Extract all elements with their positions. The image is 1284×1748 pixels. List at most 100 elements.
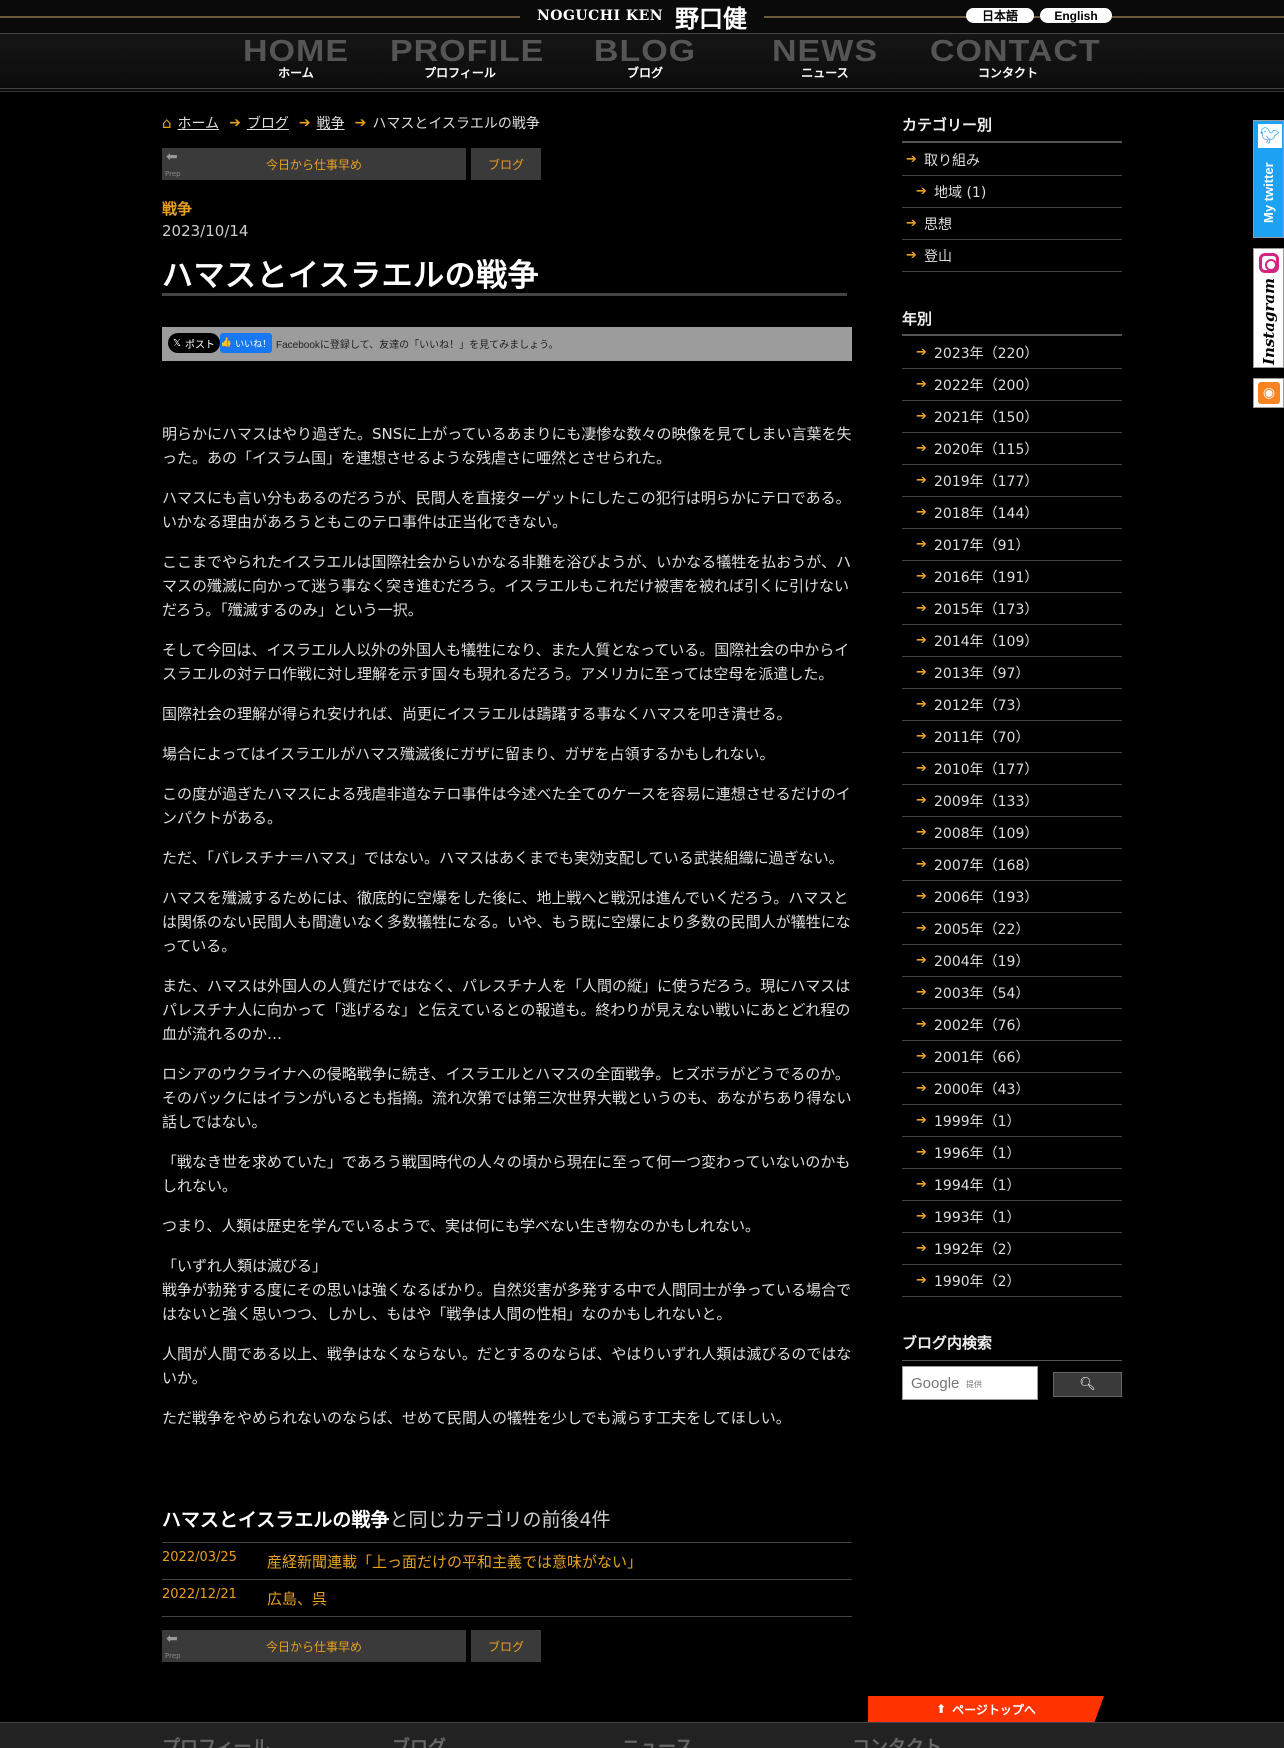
twitter-tab-label: My twitter [1261, 162, 1276, 224]
year-item[interactable]: ➔ 1994年（1） [902, 1169, 1122, 1201]
related-item[interactable]: 2022/12/21 広島、呉 [162, 1580, 852, 1617]
year-item[interactable]: ➔ 2018年（144） [902, 497, 1122, 529]
year-item[interactable]: ➔ 2008年（109） [902, 817, 1122, 849]
search-heading: ブログ内検索 [902, 1334, 993, 1352]
arrow-right-icon: ➔ [916, 1145, 927, 1160]
year-item[interactable]: ➔ 2009年（133） [902, 785, 1122, 817]
nav-home[interactable]: HOME ホーム [234, 34, 358, 86]
category-item[interactable]: ➔ 取り組み [902, 144, 1122, 176]
nav-blog[interactable]: BLOG ブログ [590, 34, 700, 86]
blog-index-button-bottom[interactable]: ブログ [471, 1630, 541, 1662]
facebook-signup-text[interactable]: Facebookに登録して、友達の「いいね！」を見てみましょう。 [276, 336, 559, 351]
year-item[interactable]: ➔ 2006年（193） [902, 881, 1122, 913]
search-heading-rule [902, 1360, 1122, 1361]
footer-link-blog[interactable]: ブログ [392, 1733, 446, 1748]
prev-post-button[interactable]: ⬅ Prep 今日から仕事早め [162, 148, 466, 180]
year-item[interactable]: ➔ 2003年（54） [902, 977, 1122, 1009]
article-paragraph: ロシアのウクライナへの侵略戦争に続き、イスラエルとハマスの全面戦争。ヒズボラがど… [162, 1065, 852, 1131]
breadcrumb: ⌂ ホーム ➔ ブログ ➔ 戦争 ➔ ハマスとイスラエルの戦争 [162, 112, 540, 134]
instagram-tab[interactable]: Instagram [1253, 248, 1284, 368]
nav-profile-en: PROFILE [390, 33, 545, 69]
footer-link-news[interactable]: ニュース [622, 1733, 693, 1748]
nav-news[interactable]: NEWS ニュース [770, 34, 880, 86]
rss-icon: ◉ [1258, 382, 1280, 404]
year-item[interactable]: ➔ 2013年（97） [902, 657, 1122, 689]
year-item[interactable]: ➔ 2019年（177） [902, 465, 1122, 497]
site-logo[interactable]: NOGUCHI KEN 野口健 [522, 0, 762, 33]
nav-profile[interactable]: PROFILE プロフィール [390, 33, 545, 86]
page-top-button[interactable]: ⬆ ページトップへ [868, 1696, 1104, 1722]
category-list: ➔ 取り組み ➔ 地域 (1) ➔ 思想 ➔ 登山 [902, 144, 1122, 272]
arrow-right-icon: ➔ [916, 889, 927, 904]
blog-index-button[interactable]: ブログ [471, 148, 541, 180]
arrow-up-icon: ⬆ [936, 1702, 947, 1716]
title-divider [162, 293, 847, 296]
breadcrumb-current: ハマスとイスラエルの戦争 [372, 116, 540, 132]
arrow-right-icon: ➔ [916, 1081, 927, 1096]
year-item[interactable]: ➔ 2007年（168） [902, 849, 1122, 881]
year-item[interactable]: ➔ 2005年（22） [902, 913, 1122, 945]
facebook-like-button[interactable]: 👍 いいね！ [220, 333, 272, 353]
year-item[interactable]: ➔ 2002年（76） [902, 1009, 1122, 1041]
arrow-right-icon: ➔ [916, 569, 927, 584]
breadcrumb-blog[interactable]: ブログ [247, 113, 289, 133]
year-item-label: 2002年（76） [934, 1017, 1030, 1034]
year-item[interactable]: ➔ 2020年（115） [902, 433, 1122, 465]
arrow-right-icon: ➔ [916, 1017, 927, 1032]
year-item[interactable]: ➔ 2004年（19） [902, 945, 1122, 977]
footer-link-profile[interactable]: プロフィール [162, 1733, 270, 1748]
year-item[interactable]: ➔ 2012年（73） [902, 689, 1122, 721]
footer-link-contact[interactable]: コンタクト [852, 1733, 942, 1748]
tweet-button[interactable]: 𝕏 ポスト [168, 333, 220, 353]
category-item[interactable]: ➔ 地域 (1) [902, 176, 1122, 208]
year-item-label: 1993年（1） [934, 1209, 1021, 1226]
year-item[interactable]: ➔ 2011年（70） [902, 721, 1122, 753]
year-item[interactable]: ➔ 2023年（220） [902, 337, 1122, 369]
lang-japanese-button[interactable]: 日本語 [966, 8, 1034, 23]
related-item[interactable]: 2022/03/25 産経新聞連載「上っ面だけの平和主義では意味がない」 [162, 1543, 852, 1580]
nav-contact[interactable]: CONTACT コンタクト [930, 34, 1100, 86]
year-item[interactable]: ➔ 2017年（91） [902, 529, 1122, 561]
arrow-right-icon: ➔ [916, 1273, 927, 1288]
year-item[interactable]: ➔ 2016年（191） [902, 561, 1122, 593]
article-paragraph: ただ戦争をやめられないのならば、せめて民間人の犠牲を少しでも減らす工夫をしてほし… [162, 1409, 791, 1427]
year-heading-rule [902, 334, 1122, 336]
related-heading: ハマスとイスラエルの戦争と同じカテゴリの前後4件 [162, 1505, 611, 1532]
global-nav: HOME ホーム PROFILE プロフィール BLOG ブログ NEWS ニュ… [0, 34, 1284, 86]
post-category[interactable]: 戦争 [162, 198, 192, 219]
year-item-label: 2007年（168） [934, 857, 1039, 874]
breadcrumb-category[interactable]: 戦争 [317, 113, 345, 133]
year-item-label: 2001年（66） [934, 1049, 1030, 1066]
arrow-right-icon: ➔ [298, 115, 311, 131]
related-title[interactable]: 産経新聞連載「上っ面だけの平和主義では意味がない」 [267, 1551, 642, 1572]
year-item[interactable]: ➔ 2014年（109） [902, 625, 1122, 657]
breadcrumb-home[interactable]: ホーム [178, 113, 220, 133]
logo-english: NOGUCHI KEN [536, 8, 664, 24]
lang-english-button[interactable]: English [1040, 8, 1112, 23]
year-item[interactable]: ➔ 1992年（2） [902, 1233, 1122, 1265]
rss-tab[interactable]: ◉ [1253, 378, 1284, 408]
article-paragraph: そして今回は、イスラエル人以外の外国人も犠牲になり、また人質となっている。国際社… [162, 641, 850, 683]
year-item[interactable]: ➔ 2021年（150） [902, 401, 1122, 433]
search-input[interactable]: Google 提供 [902, 1366, 1038, 1400]
year-item[interactable]: ➔ 2015年（173） [902, 593, 1122, 625]
prev-label: Prep [165, 1652, 181, 1660]
year-item[interactable]: ➔ 2000年（43） [902, 1073, 1122, 1105]
article-paragraph: ただ、「パレスチナ＝ハマス」ではない。ハマスはあくまでも実効支配している武装組織… [162, 849, 844, 867]
article-paragraph: ハマスにも言い分もあるのだろうが、民間人を直接ターゲットにしたこの犯行は明らかに… [162, 489, 851, 531]
year-item[interactable]: ➔ 2010年（177） [902, 753, 1122, 785]
nav-home-en: HOME [243, 33, 349, 69]
twitter-tab[interactable]: 🐦︎ My twitter [1253, 120, 1284, 238]
year-item[interactable]: ➔ 1999年（1） [902, 1105, 1122, 1137]
prev-post-button-bottom[interactable]: ⬅ Prep 今日から仕事早め [162, 1630, 466, 1662]
category-item[interactable]: ➔ 思想 [902, 208, 1122, 240]
year-item[interactable]: ➔ 2022年（200） [902, 369, 1122, 401]
related-title[interactable]: 広島、呉 [267, 1588, 327, 1609]
article-paragraph: また、ハマスは外国人の人質だけではなく、パレスチナ人を「人間の縦」に使うだろう。… [162, 977, 851, 1043]
year-item[interactable]: ➔ 1996年（1） [902, 1137, 1122, 1169]
year-item[interactable]: ➔ 2001年（66） [902, 1041, 1122, 1073]
year-item[interactable]: ➔ 1990年（2） [902, 1265, 1122, 1297]
category-item[interactable]: ➔ 登山 [902, 240, 1122, 272]
year-item[interactable]: ➔ 1993年（1） [902, 1201, 1122, 1233]
search-button[interactable]: 🔍︎ [1053, 1372, 1122, 1397]
